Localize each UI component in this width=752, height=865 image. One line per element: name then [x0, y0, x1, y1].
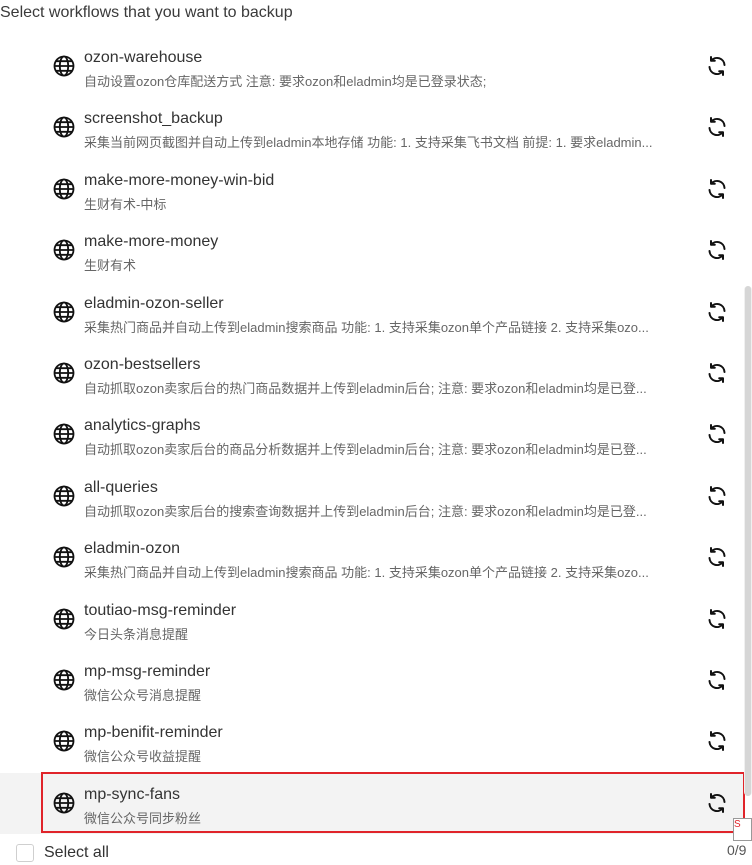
- select-all-control[interactable]: Select all: [16, 843, 109, 863]
- workflow-description: 自动抓取ozon卖家后台的热门商品数据并上传到eladmin后台; 注意: 要求…: [84, 380, 647, 396]
- select-all-checkbox[interactable]: [16, 844, 34, 862]
- scrollbar-thumb[interactable]: [745, 286, 751, 796]
- workflow-description: 采集热门商品并自动上传到eladmin搜索商品 功能: 1. 支持采集ozon单…: [84, 319, 649, 335]
- workflow-name: ozon-bestsellers: [84, 355, 201, 373]
- workflow-row[interactable]: all-queries 自动抓取ozon卖家后台的搜索查询数据并上传到eladmi…: [0, 466, 745, 527]
- globe-icon: [52, 484, 76, 508]
- workflow-name: eladmin-ozon: [84, 540, 181, 558]
- sync-icon[interactable]: [705, 668, 729, 692]
- sync-icon[interactable]: [705, 54, 729, 78]
- corner-fragment: S: [733, 818, 752, 841]
- workflow-name: eladmin-ozon-seller: [84, 294, 224, 312]
- workflow-description: 自动抓取ozon卖家后台的商品分析数据并上传到eladmin后台; 注意: 要求…: [84, 442, 647, 458]
- selection-count: 0/9: [727, 842, 747, 858]
- workflow-name: mp-msg-reminder: [84, 662, 211, 680]
- workflow-row[interactable]: make-more-money 生财有术: [0, 220, 745, 281]
- globe-icon: [52, 422, 76, 446]
- sync-icon[interactable]: [705, 484, 729, 508]
- sync-icon[interactable]: [705, 300, 729, 324]
- globe-icon: [52, 545, 76, 569]
- workflow-name: ozon-warehouse: [84, 49, 203, 66]
- workflow-name: all-queries: [84, 478, 158, 496]
- globe-icon: [52, 729, 76, 753]
- workflow-description: 采集当前网页截图并自动上传到eladmin本地存储 功能: 1. 支持采集飞书文…: [84, 135, 653, 151]
- globe-icon: [52, 115, 76, 139]
- workflow-description: 生财有术-中标: [84, 196, 167, 212]
- sync-icon[interactable]: [705, 791, 729, 815]
- sync-icon[interactable]: [705, 729, 729, 753]
- workflow-name: toutiao-msg-reminder: [84, 601, 237, 619]
- globe-icon: [52, 361, 76, 385]
- workflow-name: mp-benifit-reminder: [84, 724, 223, 742]
- globe-icon: [52, 791, 76, 815]
- workflow-row[interactable]: ozon-warehouse 自动设置ozon仓库配送方式 注意: 要求ozon和…: [0, 36, 745, 97]
- globe-icon: [52, 54, 76, 78]
- workflow-row[interactable]: mp-benifit-reminder 微信公众号收益提醒: [0, 711, 745, 772]
- scrollbar[interactable]: [744, 286, 752, 796]
- workflow-name: make-more-money-win-bid: [84, 171, 275, 189]
- page-title: Select workflows that you want to backup: [0, 4, 293, 21]
- workflow-description: 今日头条消息提醒: [84, 626, 189, 642]
- workflow-description: 生财有术: [84, 258, 137, 274]
- globe-icon: [52, 607, 76, 631]
- workflow-row[interactable]: analytics-graphs 自动抓取ozon卖家后台的商品分析数据并上传到e…: [0, 404, 745, 465]
- workflow-row[interactable]: eladmin-ozon 采集热门商品并自动上传到eladmin搜索商品 功能: …: [0, 527, 745, 588]
- workflow-description: 自动设置ozon仓库配送方式 注意: 要求ozon和eladmin均是已登录状态…: [84, 74, 487, 89]
- workflow-list: ozon-warehouse 自动设置ozon仓库配送方式 注意: 要求ozon和…: [0, 36, 745, 835]
- workflow-description: 自动抓取ozon卖家后台的搜索查询数据并上传到eladmin后台; 注意: 要求…: [84, 503, 647, 519]
- workflow-name: mp-sync-fans: [84, 785, 181, 803]
- workflow-row[interactable]: mp-sync-fans 微信公众号同步粉丝: [0, 771, 745, 835]
- workflow-description: 采集热门商品并自动上传到eladmin搜索商品 功能: 1. 支持采集ozon单…: [84, 565, 649, 581]
- sync-icon[interactable]: [705, 607, 729, 631]
- workflow-row[interactable]: toutiao-msg-reminder 今日头条消息提醒: [0, 589, 745, 650]
- sync-icon[interactable]: [705, 545, 729, 569]
- workflow-name: analytics-graphs: [84, 417, 201, 435]
- sync-icon[interactable]: [705, 422, 729, 446]
- sync-icon[interactable]: [705, 361, 729, 385]
- workflow-description: 微信公众号消息提醒: [84, 687, 202, 703]
- workflow-description: 微信公众号收益提醒: [84, 749, 202, 765]
- workflow-row[interactable]: mp-msg-reminder 微信公众号消息提醒: [0, 650, 745, 711]
- workflow-name: make-more-money: [84, 233, 219, 251]
- workflow-row[interactable]: make-more-money-win-bid 生财有术-中标: [0, 159, 745, 220]
- globe-icon: [52, 238, 76, 262]
- workflow-row[interactable]: ozon-bestsellers 自动抓取ozon卖家后台的热门商品数据并上传到e…: [0, 343, 745, 404]
- workflow-description: 微信公众号同步粉丝: [84, 810, 202, 826]
- sync-icon[interactable]: [705, 115, 729, 139]
- globe-icon: [52, 668, 76, 692]
- workflow-row[interactable]: screenshot_backup 采集当前网页截图并自动上传到eladmin本地…: [0, 97, 745, 158]
- globe-icon: [52, 300, 76, 324]
- globe-icon: [52, 177, 76, 201]
- sync-icon[interactable]: [705, 238, 729, 262]
- workflow-row[interactable]: eladmin-ozon-seller 采集热门商品并自动上传到eladmin搜索…: [0, 282, 745, 343]
- select-all-label: Select all: [44, 844, 109, 861]
- workflow-name: screenshot_backup: [84, 110, 223, 128]
- sync-icon[interactable]: [705, 177, 729, 201]
